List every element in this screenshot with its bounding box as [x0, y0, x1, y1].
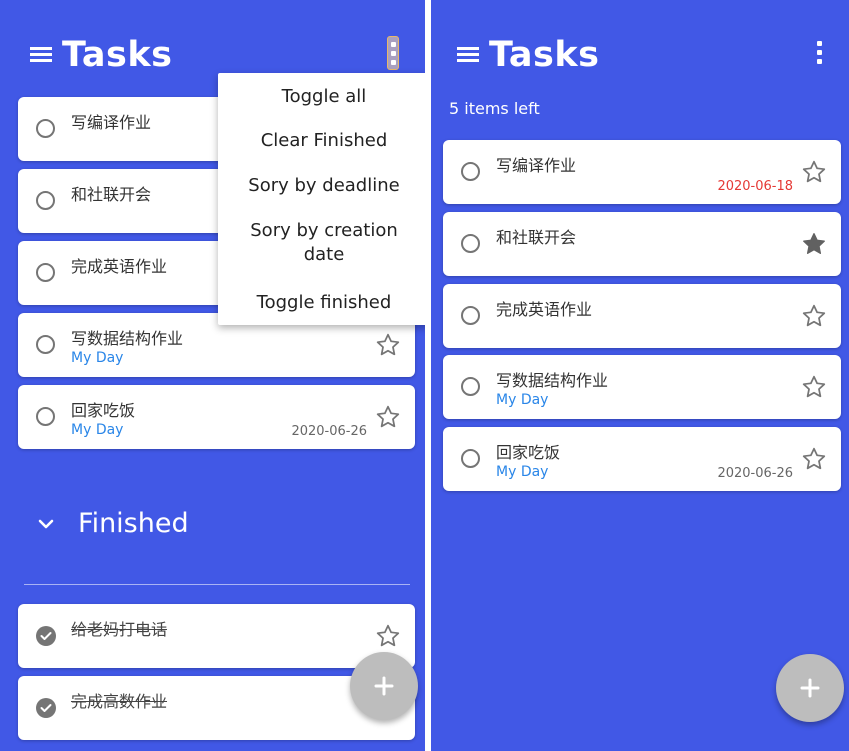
- finished-section-toggle[interactable]: Finished: [38, 508, 189, 539]
- incomplete-circle-icon[interactable]: [461, 377, 480, 396]
- check-circle-icon[interactable]: [36, 626, 56, 646]
- incomplete-circle-icon[interactable]: [36, 335, 55, 354]
- star-outline-icon[interactable]: [375, 404, 401, 430]
- incomplete-circle-icon[interactable]: [36, 119, 55, 138]
- task-item[interactable]: 写数据结构作业 My Day: [443, 355, 841, 419]
- my-day-label: My Day: [71, 350, 124, 366]
- items-left-count: 5 items left: [449, 99, 540, 118]
- plus-icon: [800, 678, 820, 698]
- chevron-down-icon: [38, 519, 54, 528]
- incomplete-circle-icon[interactable]: [36, 191, 55, 210]
- add-task-button[interactable]: [776, 654, 844, 722]
- task-item[interactable]: 回家吃饭 My Day 2020-06-26: [443, 427, 841, 491]
- star-filled-icon[interactable]: [801, 231, 827, 257]
- due-date: 2020-06-26: [717, 466, 793, 481]
- task-title: 写编译作业: [71, 113, 152, 132]
- task-item[interactable]: 和社联开会: [443, 212, 841, 276]
- task-title: 和社联开会: [71, 185, 152, 204]
- star-outline-icon[interactable]: [801, 303, 827, 329]
- task-title: 和社联开会: [496, 228, 577, 247]
- section-divider: [24, 584, 410, 585]
- star-outline-icon[interactable]: [801, 159, 827, 185]
- app-header: Tasks: [30, 33, 172, 77]
- task-title: 给老妈打电话: [71, 620, 168, 639]
- task-title: 写编译作业: [496, 156, 577, 175]
- incomplete-circle-icon[interactable]: [461, 306, 480, 325]
- section-label: Finished: [78, 508, 189, 539]
- task-title: 完成高数作业: [71, 692, 168, 711]
- my-day-label: My Day: [496, 464, 549, 480]
- star-outline-icon[interactable]: [375, 623, 401, 649]
- star-outline-icon[interactable]: [801, 446, 827, 472]
- my-day-label: My Day: [71, 422, 124, 438]
- menu-item-sort-creation[interactable]: Sory by creation date: [218, 219, 425, 267]
- incomplete-circle-icon[interactable]: [461, 162, 480, 181]
- page-title: Tasks: [489, 35, 600, 75]
- overflow-menu: Toggle all Clear Finished Sory by deadli…: [218, 73, 425, 325]
- task-title: 完成英语作业: [71, 257, 168, 276]
- menu-item-sort-deadline[interactable]: Sory by deadline: [218, 174, 425, 198]
- incomplete-circle-icon[interactable]: [461, 449, 480, 468]
- tasks-screen-right: Tasks 5 items left 写编译作业 2020-06-18 和社联开…: [431, 0, 849, 751]
- task-item[interactable]: 完成英语作业: [443, 284, 841, 348]
- page-title: Tasks: [62, 35, 173, 75]
- star-outline-icon[interactable]: [375, 332, 401, 358]
- more-options-button[interactable]: [387, 36, 399, 70]
- task-title: 回家吃饭: [496, 443, 561, 462]
- finished-task-item[interactable]: 给老妈打电话: [18, 604, 415, 668]
- more-options-button[interactable]: [814, 36, 824, 68]
- task-item[interactable]: 回家吃饭 My Day 2020-06-26: [18, 385, 415, 449]
- star-outline-icon[interactable]: [801, 374, 827, 400]
- check-circle-icon[interactable]: [36, 698, 56, 718]
- task-title: 写数据结构作业: [71, 329, 184, 348]
- menu-lines-icon[interactable]: [30, 45, 52, 65]
- due-date: 2020-06-18: [717, 179, 793, 194]
- task-title: 回家吃饭: [71, 401, 136, 420]
- add-task-button[interactable]: [350, 652, 418, 720]
- menu-item-toggle-all[interactable]: Toggle all: [218, 85, 425, 109]
- my-day-label: My Day: [496, 392, 549, 408]
- task-title: 完成英语作业: [496, 300, 593, 319]
- app-header: Tasks: [457, 33, 599, 77]
- plus-icon: [374, 676, 394, 696]
- task-item[interactable]: 写编译作业 2020-06-18: [443, 140, 841, 204]
- task-title: 写数据结构作业: [496, 371, 609, 390]
- menu-item-toggle-finished[interactable]: Toggle finished: [218, 291, 425, 315]
- incomplete-circle-icon[interactable]: [36, 263, 55, 282]
- incomplete-circle-icon[interactable]: [461, 234, 480, 253]
- due-date: 2020-06-26: [291, 424, 367, 439]
- menu-item-clear-finished[interactable]: Clear Finished: [218, 129, 425, 153]
- incomplete-circle-icon[interactable]: [36, 407, 55, 426]
- menu-lines-icon[interactable]: [457, 45, 479, 65]
- tasks-screen-left: Tasks 写编译作业 和社联开会 完成英语作业 写数据结构作业 My Day …: [0, 0, 425, 751]
